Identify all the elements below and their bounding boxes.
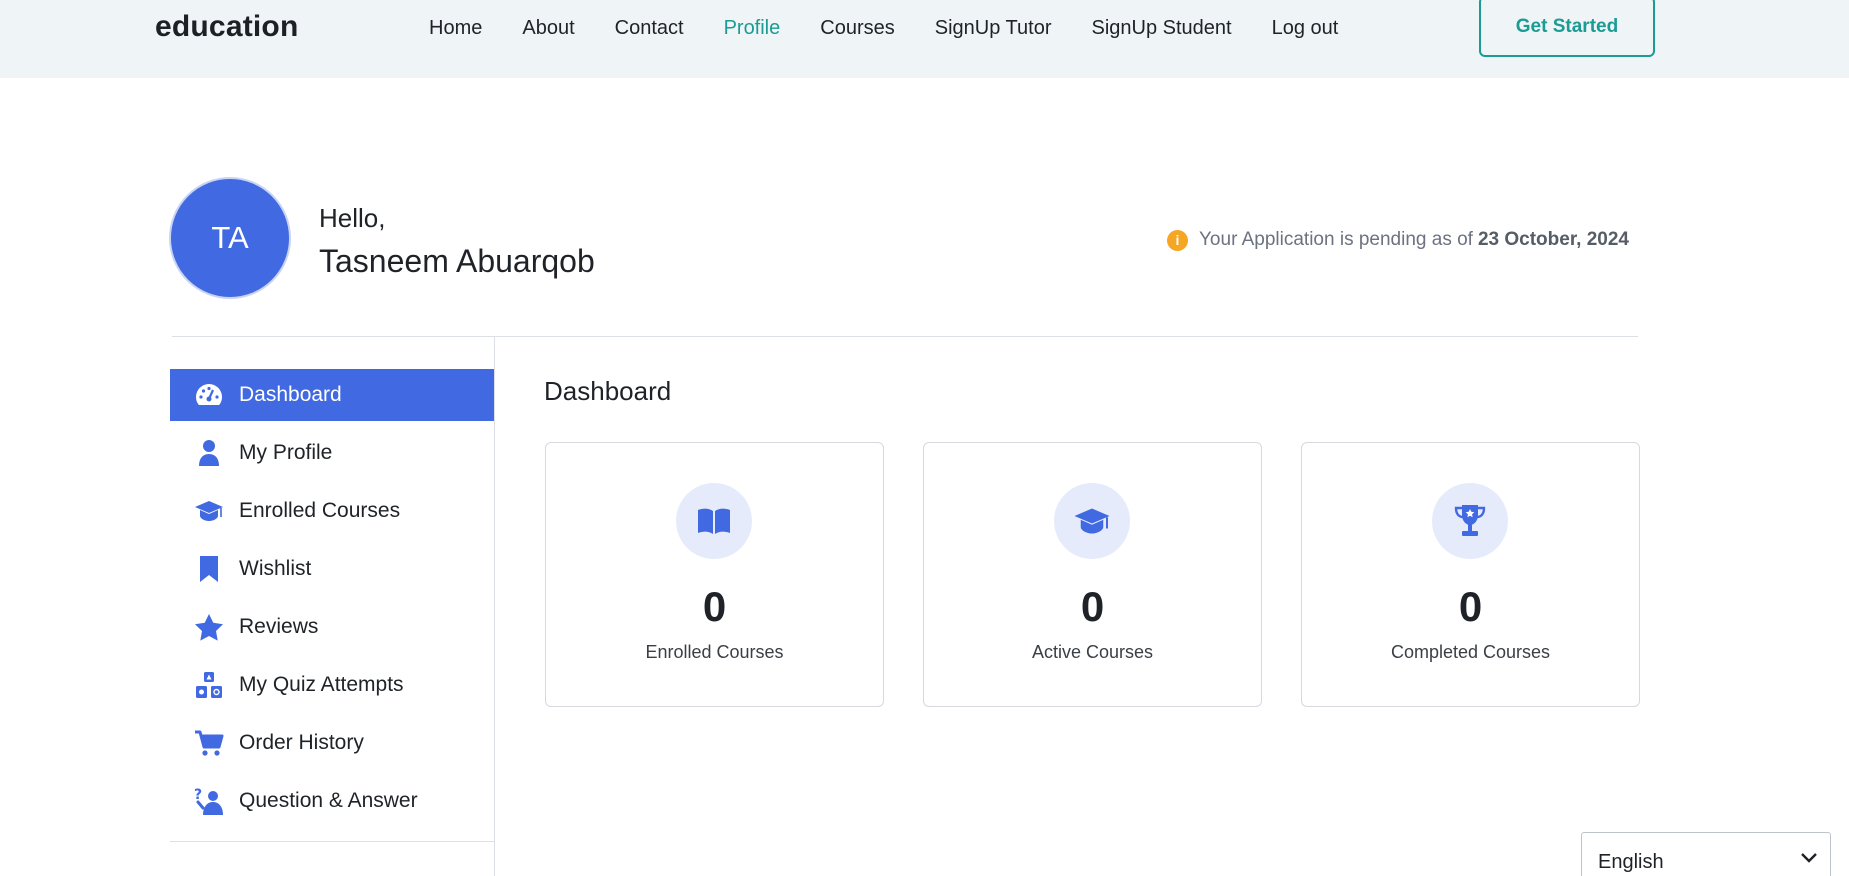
chevron-down-icon [1800, 847, 1818, 870]
page-title: Dashboard [544, 376, 672, 406]
user-icon [194, 438, 224, 468]
sidebar-item-settings-partial[interactable] [170, 863, 494, 876]
top-navbar: education Home About Contact Profile Cou… [0, 0, 1849, 78]
nav-logout[interactable]: Log out [1272, 14, 1339, 42]
sidebar-item-label: My Profile [239, 441, 333, 464]
stat-label: Enrolled Courses [645, 642, 784, 662]
sidebar-item-label: Question & Answer [239, 789, 418, 812]
sidebar-item-reviews[interactable]: Reviews [170, 601, 494, 653]
sidebar: Dashboard My Profile Enrolled Courses Wi… [170, 337, 495, 876]
sidebar-item-my-profile[interactable]: My Profile [170, 427, 494, 479]
nav-profile[interactable]: Profile [724, 14, 781, 42]
graduation-cap-icon [1054, 483, 1130, 559]
stat-value: 0 [1458, 583, 1483, 630]
nav-signup-student[interactable]: SignUp Student [1091, 14, 1231, 42]
language-select[interactable]: English [1581, 832, 1831, 876]
cart-icon [194, 728, 224, 758]
star-icon [194, 612, 224, 642]
shapes-blocks-icon [194, 670, 224, 700]
avatar: TA [169, 177, 291, 299]
graduation-cap-icon [194, 496, 224, 526]
stat-value: 0 [702, 583, 727, 630]
language-value: English [1598, 851, 1664, 873]
status-date: 23 October, 2024 [1477, 229, 1629, 250]
sidebar-item-label: Order History [239, 731, 364, 754]
nav-home[interactable]: Home [429, 14, 482, 42]
sidebar-item-label: My Quiz Attempts [239, 673, 404, 696]
info-icon: i [1167, 229, 1188, 251]
nav-courses[interactable]: Courses [820, 14, 894, 42]
user-name: Tasneem Abuarqob [319, 243, 595, 279]
sidebar-divider [170, 841, 494, 842]
sidebar-item-dashboard[interactable]: Dashboard [170, 369, 494, 421]
stat-card-active: 0 Active Courses [923, 442, 1262, 707]
sidebar-item-label: Enrolled Courses [239, 499, 401, 522]
get-started-button[interactable]: Get Started [1479, 0, 1655, 57]
greeting: Hello, [319, 203, 386, 233]
book-open-icon [676, 483, 752, 559]
stat-value: 0 [1080, 583, 1105, 630]
sidebar-item-quiz-attempts[interactable]: My Quiz Attempts [170, 659, 494, 711]
nav-about[interactable]: About [522, 14, 574, 42]
stat-label: Completed Courses [1390, 642, 1551, 662]
sidebar-item-label: Reviews [239, 615, 319, 638]
stat-label: Active Courses [1031, 642, 1154, 662]
application-status: i Your Application is pending as of 23 O… [1167, 229, 1629, 251]
main-nav: Home About Contact Profile Courses SignU… [429, 14, 1378, 42]
nav-signup-tutor[interactable]: SignUp Tutor [935, 14, 1052, 42]
sidebar-item-question-answer[interactable]: ? Question & Answer [170, 775, 494, 827]
sidebar-item-enrolled-courses[interactable]: Enrolled Courses [170, 485, 494, 537]
dashboard-gauge-icon [194, 380, 224, 410]
sidebar-item-wishlist[interactable]: Wishlist [170, 543, 494, 595]
trophy-icon [1432, 483, 1508, 559]
question-person-icon: ? [194, 786, 224, 816]
sidebar-item-label: Dashboard [239, 383, 342, 406]
stat-card-completed: 0 Completed Courses [1301, 442, 1640, 707]
stat-card-enrolled: 0 Enrolled Courses [545, 442, 884, 707]
nav-contact[interactable]: Contact [615, 14, 684, 42]
bookmark-icon [194, 554, 224, 584]
sidebar-item-order-history[interactable]: Order History [170, 717, 494, 769]
sidebar-item-label: Wishlist [239, 557, 312, 580]
status-text: Your Application is pending as of [1199, 229, 1473, 250]
brand-logo[interactable]: education [155, 10, 298, 44]
